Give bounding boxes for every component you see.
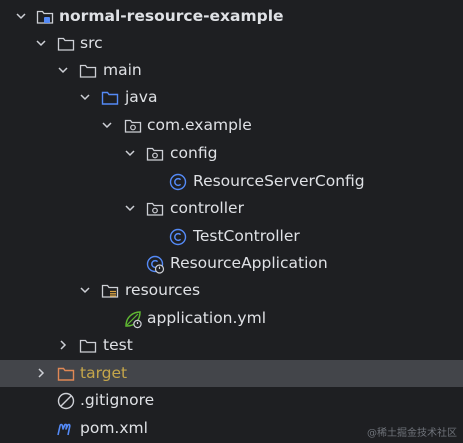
chevron-down-icon[interactable]: [35, 37, 47, 49]
chevron-down-icon[interactable]: [15, 10, 27, 22]
resources-label: resources: [125, 281, 201, 299]
package-label: com.example: [147, 116, 252, 134]
tree-row-target[interactable]: target: [0, 360, 463, 387]
target-label: target: [80, 364, 128, 382]
gitignore-label: .gitignore: [80, 391, 155, 409]
spring-boot-class-icon: [145, 254, 165, 274]
project-root-label: normal-resource-example: [59, 7, 284, 25]
source-folder-icon: [100, 88, 120, 108]
resource-application-label: ResourceApplication: [170, 254, 328, 272]
package-icon: [145, 199, 165, 219]
spring-leaf-icon: [123, 309, 143, 329]
tree-row-project-root[interactable]: normal-resource-example: [0, 3, 463, 30]
tree-row-src[interactable]: src: [0, 30, 463, 57]
java-label: java: [125, 88, 158, 106]
class-icon: [168, 227, 188, 247]
folder-icon: [56, 34, 76, 54]
tree-row-package[interactable]: com.example: [0, 112, 463, 139]
tree-row-application-yml[interactable]: application.yml: [0, 305, 463, 332]
tree-row-config[interactable]: config: [0, 140, 463, 167]
folder-icon: [78, 336, 98, 356]
resources-folder-icon: [100, 281, 120, 301]
test-label: test: [103, 336, 133, 354]
maven-icon: [56, 419, 76, 439]
tree-row-resource-server-config[interactable]: ResourceServerConfig: [0, 168, 463, 195]
folder-icon: [78, 61, 98, 81]
chevron-down-icon[interactable]: [101, 119, 113, 131]
test-controller-label: TestController: [193, 227, 300, 245]
watermark: @稀土掘金技术社区: [367, 428, 457, 439]
chevron-right-icon[interactable]: [35, 367, 47, 379]
chevron-down-icon[interactable]: [57, 64, 69, 76]
package-icon: [145, 144, 165, 164]
class-icon: [168, 172, 188, 192]
tree-row-java[interactable]: java: [0, 84, 463, 111]
src-label: src: [80, 34, 103, 52]
application-yml-label: application.yml: [147, 309, 267, 327]
module-folder-icon: [35, 7, 55, 27]
config-label: config: [170, 144, 218, 162]
pom-label: pom.xml: [80, 419, 148, 437]
tree-row-resources[interactable]: resources: [0, 277, 463, 304]
tree-row-resource-application[interactable]: ResourceApplication: [0, 250, 463, 277]
ignore-file-icon: [56, 391, 76, 411]
tree-row-main[interactable]: main: [0, 57, 463, 84]
chevron-down-icon[interactable]: [79, 91, 91, 103]
tree-row-gitignore[interactable]: .gitignore: [0, 387, 463, 414]
chevron-right-icon[interactable]: [57, 339, 69, 351]
resource-server-config-label: ResourceServerConfig: [193, 172, 365, 190]
excluded-folder-icon: [56, 364, 76, 384]
main-label: main: [103, 61, 142, 79]
tree-row-test[interactable]: test: [0, 332, 463, 359]
tree-row-controller[interactable]: controller: [0, 195, 463, 222]
chevron-down-icon[interactable]: [79, 284, 91, 296]
controller-label: controller: [170, 199, 244, 217]
chevron-down-icon[interactable]: [124, 147, 136, 159]
tree-row-test-controller[interactable]: TestController: [0, 223, 463, 250]
chevron-down-icon[interactable]: [124, 202, 136, 214]
package-icon: [123, 116, 143, 136]
